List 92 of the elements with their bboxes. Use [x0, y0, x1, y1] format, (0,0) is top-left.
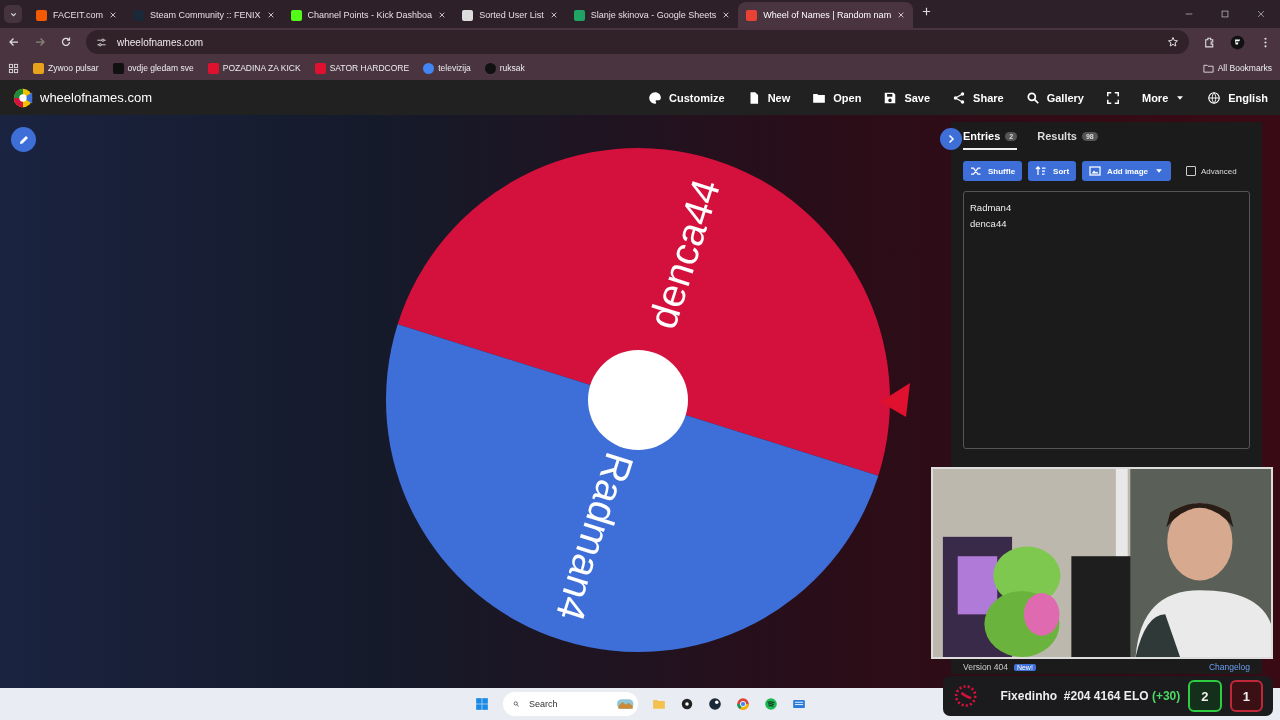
- browser-tab[interactable]: FACEIT.com: [28, 2, 125, 28]
- favicon-icon: [33, 62, 44, 74]
- bookmark[interactable]: ovdje gledam sve: [112, 62, 194, 74]
- version-text: Version 404: [963, 662, 1008, 672]
- forward-icon: [34, 36, 46, 48]
- menu-button[interactable]: Open: [812, 90, 862, 105]
- player-stats: Fixedinho #204 4164 ELO (+30): [1000, 689, 1181, 703]
- pointer-icon: [880, 383, 910, 417]
- close-icon: [897, 11, 906, 19]
- checkbox-label: Advanced: [1201, 166, 1237, 176]
- clock-icon: [953, 683, 979, 709]
- browser-tab[interactable]: Channel Points - Kick Dashboa: [282, 2, 455, 28]
- search-icon: [1025, 90, 1040, 105]
- favicon-icon: [573, 9, 585, 21]
- favicon-icon: [746, 9, 758, 21]
- collapse-button[interactable]: [940, 128, 962, 150]
- bookmark[interactable]: SATOR HARDCORE: [314, 62, 410, 74]
- menu-button[interactable]: New: [746, 90, 791, 105]
- menu-button[interactable]: More: [1142, 91, 1186, 104]
- restore-icon: [1220, 9, 1230, 19]
- toolbar-button[interactable]: Shuffle: [963, 161, 1023, 181]
- sort-icon: [1035, 165, 1048, 177]
- wheel-label: denca44: [640, 174, 729, 334]
- site-settings-icon: [96, 36, 107, 48]
- favicon-icon: [423, 62, 435, 74]
- puzzle-icon: [1203, 35, 1216, 49]
- taskbar-search[interactable]: Search: [502, 692, 638, 716]
- changelog-link[interactable]: Changelog: [1208, 662, 1250, 672]
- bookmark[interactable]: televizija: [423, 62, 471, 74]
- shuffle-icon: [970, 165, 982, 177]
- close-icon: [722, 11, 731, 19]
- spotify-icon: [763, 697, 778, 711]
- menu-button[interactable]: Gallery: [1025, 90, 1084, 105]
- app-icon: [791, 697, 806, 711]
- win-score: 2: [1188, 680, 1222, 712]
- menu-button[interactable]: Customize: [648, 90, 725, 105]
- favicon-icon: [36, 9, 47, 21]
- pencil-icon: [17, 133, 30, 146]
- close-icon: [109, 11, 117, 19]
- start-icon: [474, 697, 489, 711]
- menu-button[interactable]: Save: [883, 90, 931, 105]
- back-icon: [8, 36, 20, 48]
- checkbox[interactable]: [1186, 166, 1196, 176]
- menu-button[interactable]: English: [1207, 90, 1268, 105]
- wheel-center[interactable]: [588, 350, 688, 450]
- favicon-icon: [484, 62, 496, 74]
- search-field[interactable]: Search: [527, 698, 610, 710]
- bookmark[interactable]: All Bookmarks: [1202, 62, 1272, 74]
- close-icon: [549, 11, 558, 19]
- favicon-icon: [462, 9, 474, 21]
- menu-button[interactable]: Share: [952, 90, 1004, 105]
- search-icon: [512, 698, 520, 710]
- palette-icon: [648, 90, 662, 105]
- folder-icon: [1202, 62, 1214, 74]
- address-bar[interactable]: wheelofnames.com: [86, 30, 1189, 54]
- apps-icon: [8, 62, 19, 74]
- close-icon: [438, 11, 447, 19]
- toolbar-button[interactable]: Add image: [1082, 161, 1171, 181]
- tab-search-button[interactable]: [4, 5, 22, 23]
- globe-icon: [1207, 90, 1222, 105]
- favicon-icon: [314, 62, 326, 74]
- loss-score: 1: [1229, 680, 1263, 712]
- fullscreen-icon: [1106, 90, 1120, 105]
- favicon-icon: [290, 9, 302, 21]
- close-icon: [1256, 9, 1266, 19]
- site-logo[interactable]: wheelofnames.com: [40, 90, 152, 105]
- wheel-logo-icon: [12, 86, 34, 109]
- browser-tab[interactable]: Slanje skinova - Google Sheets: [565, 2, 739, 28]
- browser-tab[interactable]: Wheel of Names | Random nam: [738, 2, 914, 28]
- browser-tab[interactable]: Steam Community :: FENIX: [125, 2, 283, 28]
- favicon-icon: [112, 62, 124, 74]
- steam-icon: [707, 697, 722, 711]
- chrome-icon: [735, 697, 750, 711]
- bookmark[interactable]: ruksak: [484, 62, 525, 74]
- bookmark[interactable]: POZADINA ZA KICK: [207, 62, 301, 74]
- new-tab-icon: [921, 6, 933, 17]
- save-icon: [883, 90, 898, 105]
- toolbar-button[interactable]: Sort: [1028, 161, 1077, 181]
- share-icon: [952, 90, 967, 105]
- entries-textarea[interactable]: Radman4 denca44: [963, 191, 1250, 449]
- profile-icon: [1230, 34, 1245, 50]
- app-icon: [679, 697, 694, 711]
- star-icon: [1167, 36, 1179, 48]
- browser-tab[interactable]: Sorted User List: [454, 2, 566, 28]
- bookmark[interactable]: Zywoo pulsar: [33, 62, 99, 74]
- edit-button[interactable]: [11, 127, 36, 152]
- reload-icon: [60, 36, 72, 48]
- favicon-icon: [207, 62, 219, 74]
- fullscreen-button[interactable]: [1106, 90, 1120, 105]
- image-icon: [1089, 165, 1102, 177]
- close-icon: [266, 11, 275, 19]
- folder-icon: [651, 697, 666, 711]
